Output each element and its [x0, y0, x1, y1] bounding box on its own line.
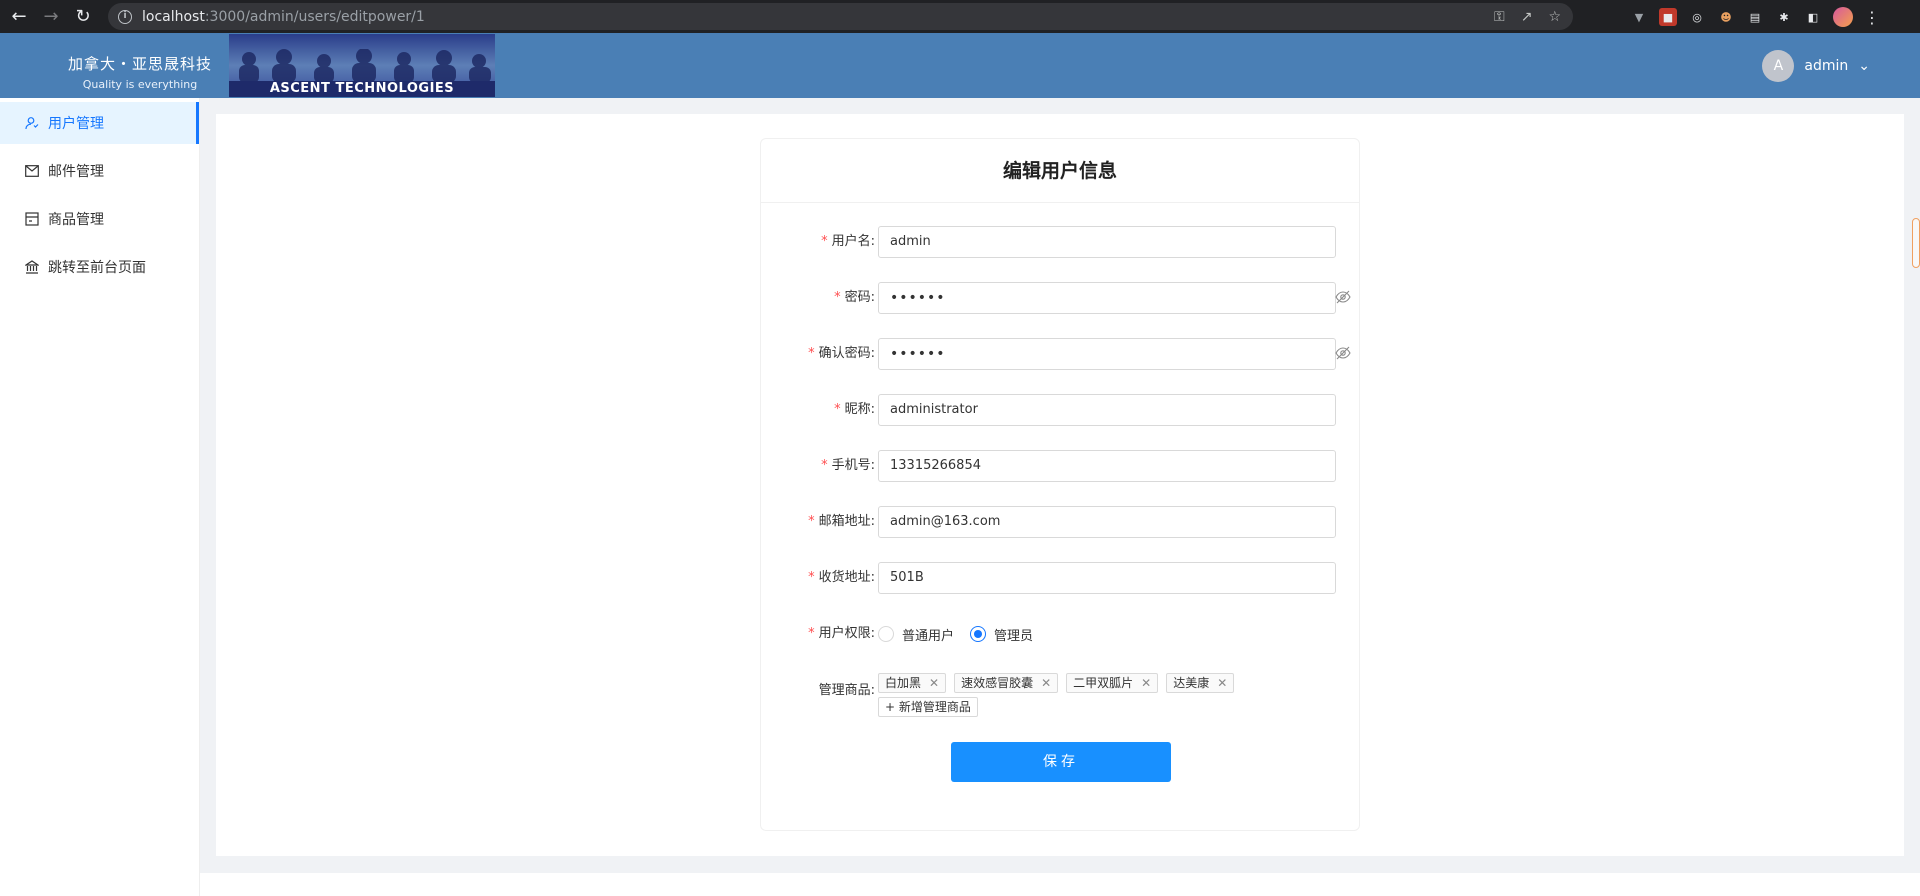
puzzle-icon[interactable]: ✱ — [1775, 8, 1793, 26]
products-row: 管理商品: 白加黑 ✕ 速效感冒胶囊 ✕ 二甲双胍片 ✕ 达美康 ✕ + 新增管理商品 — [761, 673, 1361, 717]
email-row: * 邮箱地址: admin@163.com — [761, 506, 1361, 538]
password-label: * 密码: — [834, 290, 875, 305]
address-input[interactable]: 501B — [878, 562, 1336, 594]
permission-row: * 用户权限: 普通用户 管理员 — [761, 618, 1361, 650]
edit-user-form: 编辑用户信息 * 用户名: admin * 密码: •••••• * 确认密码: ••… — [760, 138, 1360, 831]
close-icon[interactable]: ✕ — [1041, 674, 1051, 692]
close-icon[interactable]: ✕ — [929, 674, 939, 692]
bank-icon — [24, 259, 40, 275]
confirm-password-row: * 确认密码: •••••• — [761, 338, 1361, 370]
radio-normal-user[interactable]: 普通用户 — [878, 625, 954, 644]
more-menu-icon[interactable]: ⋮ — [1864, 8, 1880, 27]
avatar[interactable]: A — [1762, 50, 1795, 82]
product-tag: 达美康 ✕ — [1166, 673, 1235, 693]
sidebar: 用户管理 邮件管理 商品管理 跳转至前台页面 — [0, 98, 200, 896]
close-icon[interactable]: ✕ — [1217, 674, 1227, 692]
nickname-label: * 昵称: — [834, 402, 875, 417]
radio-admin[interactable]: 管理员 — [970, 625, 1033, 644]
phone-row: * 手机号: 13315266854 — [761, 450, 1361, 482]
logo[interactable]: 加拿大・亚思晟科技 Quality is everything ASCENT T… — [50, 33, 495, 98]
permission-label: * 用户权限: — [808, 626, 875, 641]
url-text[interactable]: localhost:3000/admin/users/editpower/1 — [142, 9, 425, 25]
password-input[interactable]: •••••• — [878, 282, 1336, 314]
document-extension-icon[interactable]: ▤ — [1746, 8, 1764, 26]
address-bar[interactable]: i localhost:3000/admin/users/editpower/1… — [108, 3, 1573, 30]
back-icon[interactable]: ← — [6, 4, 32, 30]
product-tag: 二甲双胍片 ✕ — [1066, 673, 1159, 693]
target-extension-icon[interactable]: ◎ — [1688, 8, 1706, 26]
forward-icon[interactable]: → — [38, 4, 64, 30]
radio-label: 普通用户 — [902, 628, 955, 644]
user-icon — [24, 115, 40, 131]
profile-avatar-icon[interactable] — [1833, 7, 1853, 27]
share-icon[interactable]: ↗ — [1521, 9, 1533, 25]
radio-circle[interactable] — [878, 626, 894, 642]
email-label: * 邮箱地址: — [808, 514, 875, 529]
nickname-row: * 昵称: administrator — [761, 394, 1361, 426]
phone-label: * 手机号: — [821, 458, 875, 473]
product-tag: 白加黑 ✕ — [878, 673, 947, 693]
logo-banner: ASCENT TECHNOLOGIES — [229, 34, 495, 97]
add-product-button[interactable]: + 新增管理商品 — [878, 697, 978, 717]
username-label: * 用户名: — [821, 234, 875, 249]
reload-icon[interactable]: ↻ — [70, 4, 96, 30]
permission-radio-group: 普通用户 管理员 — [878, 618, 1033, 650]
product-tag: 速效感冒胶囊 ✕ — [954, 673, 1059, 693]
face-extension-icon[interactable]: ☻ — [1717, 8, 1735, 26]
banner-text: ASCENT TECHNOLOGIES — [229, 81, 495, 97]
logo-cn-text: 加拿大・亚思晟科技 — [67, 55, 212, 73]
red-extension-icon[interactable]: ■ — [1659, 8, 1677, 26]
logo-slogan: Quality is everything — [82, 78, 198, 91]
star-icon[interactable]: ☆ — [1548, 9, 1561, 25]
phone-input[interactable]: 13315266854 — [878, 450, 1336, 482]
username-label[interactable]: admin — [1804, 58, 1848, 74]
site-info-icon[interactable]: i — [118, 9, 132, 24]
address-row: * 收货地址: 501B — [761, 562, 1361, 594]
product-tags: 白加黑 ✕ 速效感冒胶囊 ✕ 二甲双胍片 ✕ 达美康 ✕ + 新增管理商品 — [878, 673, 1278, 717]
eye-invisible-icon[interactable] — [1335, 290, 1351, 304]
confirm-password-input[interactable]: •••••• — [878, 338, 1336, 370]
key-icon[interactable]: ⚿ — [1494, 9, 1505, 25]
eye-invisible-icon[interactable] — [1335, 346, 1351, 360]
sidebar-item-mail[interactable]: 邮件管理 — [0, 150, 199, 192]
sidebar-item-frontend[interactable]: 跳转至前台页面 — [0, 246, 199, 288]
confirm-password-label: * 确认密码: — [808, 346, 875, 361]
sidebar-item-label: 跳转至前台页面 — [48, 260, 146, 276]
app-header: 加拿大・亚思晟科技 Quality is everything ASCENT T… — [0, 33, 1920, 98]
save-button[interactable]: 保存 — [951, 742, 1171, 782]
chevron-down-icon[interactable]: ⌄ — [1858, 58, 1870, 74]
radio-label: 管理员 — [994, 628, 1034, 644]
scrollbar-thumb[interactable] — [1912, 218, 1920, 268]
address-label: * 收货地址: — [808, 570, 875, 585]
username-input[interactable]: admin — [878, 226, 1336, 258]
nickname-input[interactable]: administrator — [878, 394, 1336, 426]
side-panel-icon[interactable]: ◧ — [1804, 8, 1822, 26]
email-input[interactable]: admin@163.com — [878, 506, 1336, 538]
sidebar-item-label: 用户管理 — [48, 116, 104, 132]
username-row: * 用户名: admin — [761, 226, 1361, 258]
banner-people-image — [239, 49, 491, 83]
browser-toolbar: ← → ↻ i localhost:3000/admin/users/editp… — [0, 0, 1920, 33]
close-icon[interactable]: ✕ — [1141, 674, 1151, 692]
products-label: 管理商品: — [818, 683, 875, 698]
sidebar-item-label: 商品管理 — [48, 212, 104, 228]
password-row: * 密码: •••••• — [761, 282, 1361, 314]
shop-icon — [24, 211, 40, 227]
radio-circle-checked[interactable] — [970, 626, 987, 642]
sidebar-item-users[interactable]: 用户管理 — [0, 102, 199, 144]
form-title: 编辑用户信息 — [761, 139, 1359, 203]
mail-icon — [24, 163, 40, 179]
user-menu[interactable]: A admin ⌄ — [1762, 50, 1870, 82]
sidebar-item-products[interactable]: 商品管理 — [0, 198, 199, 240]
sidebar-item-label: 邮件管理 — [48, 164, 104, 180]
vue-extension-icon[interactable]: ▼ — [1630, 8, 1648, 26]
